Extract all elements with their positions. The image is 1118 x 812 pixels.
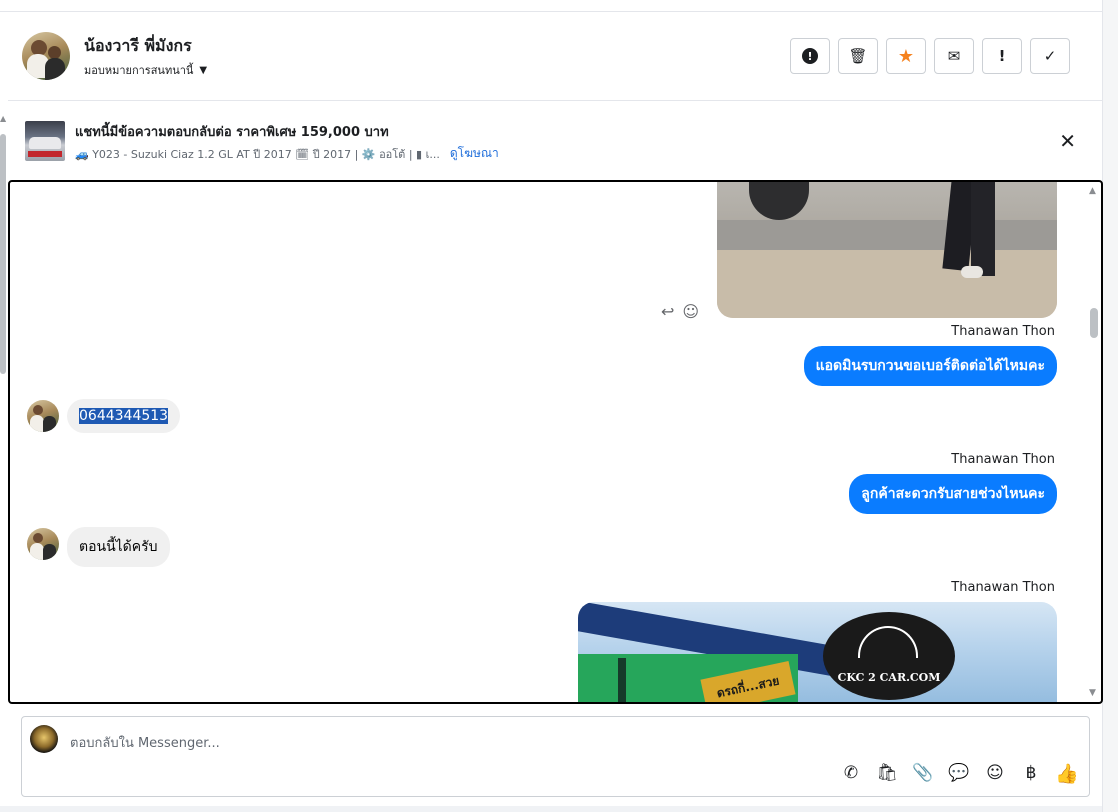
ad-subtitle-row: 🚙 Y023 - Suzuki Ciaz 1.2 GL AT ปี 2017 🗓… [75, 144, 499, 163]
contact-name[interactable]: น้องวารี พี่มังกร [84, 34, 192, 59]
baht-icon[interactable]: ฿ [1021, 763, 1041, 783]
contact-avatar[interactable] [22, 32, 70, 80]
scroll-thumb[interactable] [0, 134, 6, 374]
close-icon[interactable]: ✕ [1059, 129, 1076, 153]
contact-avatar-small[interactable] [27, 528, 59, 560]
message-thread[interactable]: ↩ ☺ Thanawan Thon แอดมินรบกวนขอเบอร์ติดต… [8, 180, 1103, 704]
delete-button[interactable]: 🗑 [838, 38, 878, 74]
selected-phone-number[interactable]: 0644344513 [79, 408, 169, 424]
reply-composer[interactable]: ตอบกลับใน Messenger... ✆ 🛍 📎 💬 ☺ ฿ 👍 [21, 716, 1090, 797]
envelope-icon: ✉ [947, 47, 961, 65]
emoji-reaction-icon[interactable]: ☺ [682, 302, 699, 321]
assign-conversation-dropdown[interactable]: มอบหมายการสนทนานี้ ▼ [84, 61, 207, 79]
message-image-dealership[interactable]: ดรถกี่...สวย CKC 2 CAR.COM [578, 602, 1057, 702]
scroll-up-arrow-icon[interactable]: ▲ [0, 114, 6, 123]
caret-down-icon: ▼ [199, 64, 208, 76]
reply-icon[interactable]: ↩ [661, 302, 674, 321]
mark-done-button[interactable]: ✓ [1030, 38, 1070, 74]
phone-add-icon[interactable]: ✆ [841, 763, 861, 783]
message-reactions: ↩ ☺ [661, 302, 699, 321]
bottom-divider [0, 806, 1102, 812]
mark-unread-button[interactable]: ✉ [934, 38, 974, 74]
header-actions: ! 🗑 ★ ✉ ! ✓ [790, 38, 1070, 74]
contact-avatar-small[interactable] [27, 400, 59, 432]
trash-icon: 🗑 [848, 47, 868, 65]
conversation-header: น้องวารี พี่มังกร มอบหมายการสนทนานี้ ▼ !… [8, 12, 1102, 101]
page-scrollbar[interactable] [1102, 0, 1118, 812]
thumbs-up-icon[interactable]: 👍 [1055, 763, 1079, 785]
ad-context-bar: แชทนี้มีข้อความตอบกลับต่อ ราคาพิเศษ 159,… [8, 101, 1102, 181]
ad-thumbnail[interactable] [25, 121, 65, 161]
left-scrollbar[interactable]: ▲ [0, 112, 8, 812]
assign-label: มอบหมายการสนทนานี้ [84, 64, 194, 77]
sender-name: Thanawan Thon [951, 324, 1055, 339]
top-strip [0, 0, 1118, 12]
ad-title: แชทนี้มีข้อความตอบกลับต่อ ราคาพิเศษ 159,… [75, 125, 389, 140]
view-ad-link[interactable]: ดูโฆษณา [450, 144, 499, 163]
scroll-up-arrow-icon[interactable]: ▲ [1089, 186, 1096, 196]
incoming-message[interactable]: 0644344513 [67, 399, 181, 433]
paperclip-icon[interactable]: 📎 [912, 763, 933, 783]
star-button[interactable]: ★ [886, 38, 926, 74]
thread-scroll-thumb[interactable] [1090, 308, 1098, 338]
sender-name: Thanawan Thon [951, 580, 1055, 595]
thread-scrollbar[interactable]: ▲ ▼ [1087, 182, 1101, 702]
scroll-down-arrow-icon[interactable]: ▼ [1089, 688, 1096, 698]
report-icon: ! [802, 48, 818, 64]
star-icon: ★ [897, 45, 915, 67]
saved-reply-icon[interactable]: 💬 [948, 763, 969, 783]
message-image-car-person[interactable] [717, 182, 1057, 318]
exclamation-icon: ! [998, 47, 1006, 65]
check-icon: ✓ [1043, 47, 1057, 65]
incoming-message[interactable]: ตอนนี้ได้ครับ [67, 527, 170, 567]
emoji-icon[interactable]: ☺ [985, 763, 1005, 783]
outgoing-message[interactable]: แอดมินรบกวนขอเบอร์ติดต่อได้ไหมคะ [803, 346, 1057, 386]
outgoing-message[interactable]: ลูกค้าสะดวกรับสายช่วงไหนคะ [849, 474, 1057, 514]
report-button[interactable]: ! [790, 38, 830, 74]
sender-name: Thanawan Thon [951, 452, 1055, 467]
reply-input[interactable]: ตอบกลับใน Messenger... [70, 732, 220, 753]
composer-tools: ✆ 🛍 📎 💬 ☺ ฿ 👍 [841, 763, 1079, 785]
spam-button[interactable]: ! [982, 38, 1022, 74]
ad-subtitle: 🚙 Y023 - Suzuki Ciaz 1.2 GL AT ปี 2017 🗓… [75, 147, 440, 161]
page-avatar [30, 725, 58, 753]
shopping-bag-icon[interactable]: 🛍 [876, 763, 898, 783]
messenger-inbox-panel: ▲ น้องวารี พี่มังกร มอบหมายการสนทนานี้ ▼… [0, 0, 1118, 812]
